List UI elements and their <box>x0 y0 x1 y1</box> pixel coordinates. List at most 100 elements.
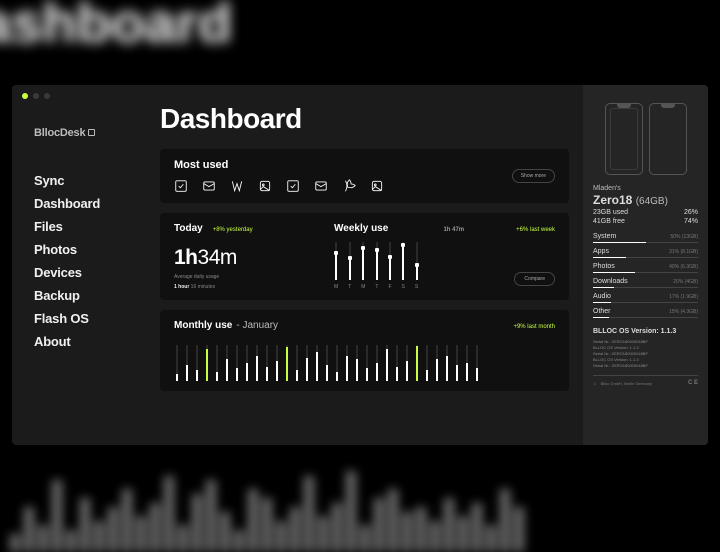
monthly-bar <box>364 345 369 381</box>
most-used-title: Most used <box>174 159 555 171</box>
weekly-bar: M <box>361 242 365 290</box>
monthly-bar <box>204 345 209 381</box>
sidebar-item-backup[interactable]: Backup <box>34 288 142 303</box>
monthly-bar <box>414 345 419 381</box>
certification-row: ♲ Blloc GmbH, Berlin Germany C E <box>593 375 698 386</box>
monthly-bar <box>324 345 329 381</box>
sidebar-item-sync[interactable]: Sync <box>34 173 142 188</box>
monthly-bar <box>294 345 299 381</box>
monthly-bar <box>284 345 289 381</box>
avg-label: Average daily usage <box>174 274 324 280</box>
storage-category-row: System50% (13GB) <box>593 233 698 240</box>
app-icon[interactable] <box>342 179 356 193</box>
today-duration: 1h34m <box>174 246 324 270</box>
compare-button[interactable]: Compare <box>514 272 555 286</box>
storage-category-row: Apps31% (8.1GB) <box>593 248 698 255</box>
weekly-label: Weekly use <box>334 223 388 234</box>
storage-free: 41GB free <box>593 218 625 225</box>
phone-back-icon <box>649 103 687 175</box>
app-logo-text: BllocDesk <box>34 127 85 139</box>
weekly-bar: S <box>402 242 405 290</box>
monthly-bar <box>424 345 429 381</box>
today-label: Today <box>174 223 203 234</box>
usage-stats-card: Today +8% yesterday 1h34m Average daily … <box>160 213 569 300</box>
monthly-bar <box>454 345 459 381</box>
sidebar-item-devices[interactable]: Devices <box>34 265 142 280</box>
app-icon[interactable] <box>230 179 244 193</box>
weekly-bar: F <box>388 242 391 290</box>
monthly-bar <box>314 345 319 381</box>
weekly-bar: T <box>375 242 378 290</box>
monthly-bar <box>174 345 179 381</box>
storage-free-pct: 74% <box>684 218 698 225</box>
device-mockups <box>593 103 698 175</box>
monthly-bar <box>194 345 199 381</box>
app-icon[interactable] <box>174 179 188 193</box>
device-name: Zero18 (64GB) <box>593 193 698 207</box>
sidebar-item-dashboard[interactable]: Dashboard <box>34 196 142 211</box>
storage-used: 23GB used <box>593 209 628 216</box>
monthly-bar <box>354 345 359 381</box>
logo-icon <box>88 129 95 136</box>
storage-category-row: Downloads20% (4GB) <box>593 278 698 285</box>
storage-category-row: Photos40% (6.3GB) <box>593 263 698 270</box>
storage-category-row: Other15% (4.3GB) <box>593 308 698 315</box>
weekly-bar: M <box>334 242 338 290</box>
monthly-bar <box>394 345 399 381</box>
storage-category-row: Audio17% (1.9GB) <box>593 293 698 300</box>
monthly-bar <box>184 345 189 381</box>
sidebar: BllocDesk Sync Dashboard Files Photos Device… <box>12 85 142 445</box>
sidebar-item-flash-os[interactable]: Flash OS <box>34 311 142 326</box>
app-icon[interactable] <box>202 179 216 193</box>
monthly-bar <box>444 345 449 381</box>
phone-front-icon <box>605 103 643 175</box>
app-icon[interactable] <box>314 179 328 193</box>
app-icon[interactable] <box>370 179 384 193</box>
monthly-bar <box>384 345 389 381</box>
sidebar-item-about[interactable]: About <box>34 334 142 349</box>
monthly-bar <box>334 345 339 381</box>
monthly-bar <box>434 345 439 381</box>
today-delta: +8% yesterday <box>213 227 253 233</box>
monthly-bar <box>264 345 269 381</box>
monthly-card: Monthly use - January +9% last month <box>160 310 569 391</box>
serial-info: Serial Nr.: ZERO180000048BFBLLOC OS Vers… <box>593 339 698 369</box>
monthly-bar <box>224 345 229 381</box>
app-logo: BllocDesk <box>34 127 142 139</box>
background-blur-title: ashboard <box>0 0 232 55</box>
monthly-bar <box>344 345 349 381</box>
monthly-bar <box>464 345 469 381</box>
monthly-bar <box>374 345 379 381</box>
avg-value: 1 hour 16 minutes <box>174 284 324 290</box>
monthly-bar <box>404 345 409 381</box>
sidebar-item-photos[interactable]: Photos <box>34 242 142 257</box>
page-title: Dashboard <box>160 103 569 135</box>
monthly-delta: +9% last month <box>513 324 555 330</box>
monthly-bar <box>304 345 309 381</box>
ce-mark-icon: C E <box>688 380 698 386</box>
monthly-bar <box>474 345 479 381</box>
app-icon[interactable] <box>258 179 272 193</box>
monthly-sub: - January <box>236 320 278 331</box>
monthly-bar <box>254 345 259 381</box>
monthly-bar <box>214 345 219 381</box>
window-traffic-lights[interactable] <box>22 93 50 99</box>
os-version: BLLOC OS Version: 1.1.3 <box>593 328 698 335</box>
monthly-bar <box>274 345 279 381</box>
monthly-bar <box>244 345 249 381</box>
device-owner: Mladen's <box>593 185 698 192</box>
device-panel: Mladen's Zero18 (64GB) 23GB used 26% 41G… <box>583 85 708 445</box>
monthly-bar <box>234 345 239 381</box>
app-window: BllocDesk Sync Dashboard Files Photos Device… <box>12 85 708 445</box>
monthly-label: Monthly use <box>174 320 232 331</box>
recycle-icon: ♲ <box>593 381 597 386</box>
most-used-card: Most used Show more <box>160 149 569 203</box>
sidebar-item-files[interactable]: Files <box>34 219 142 234</box>
weekly-meta: 1h 47m <box>443 227 464 233</box>
monthly-chart <box>174 341 555 381</box>
show-more-button[interactable]: Show more <box>512 169 555 183</box>
app-icon[interactable] <box>286 179 300 193</box>
weekly-bar: S <box>415 242 418 290</box>
storage-used-pct: 26% <box>684 209 698 216</box>
main-content: Dashboard Most used Show more Today +8% … <box>142 85 583 445</box>
